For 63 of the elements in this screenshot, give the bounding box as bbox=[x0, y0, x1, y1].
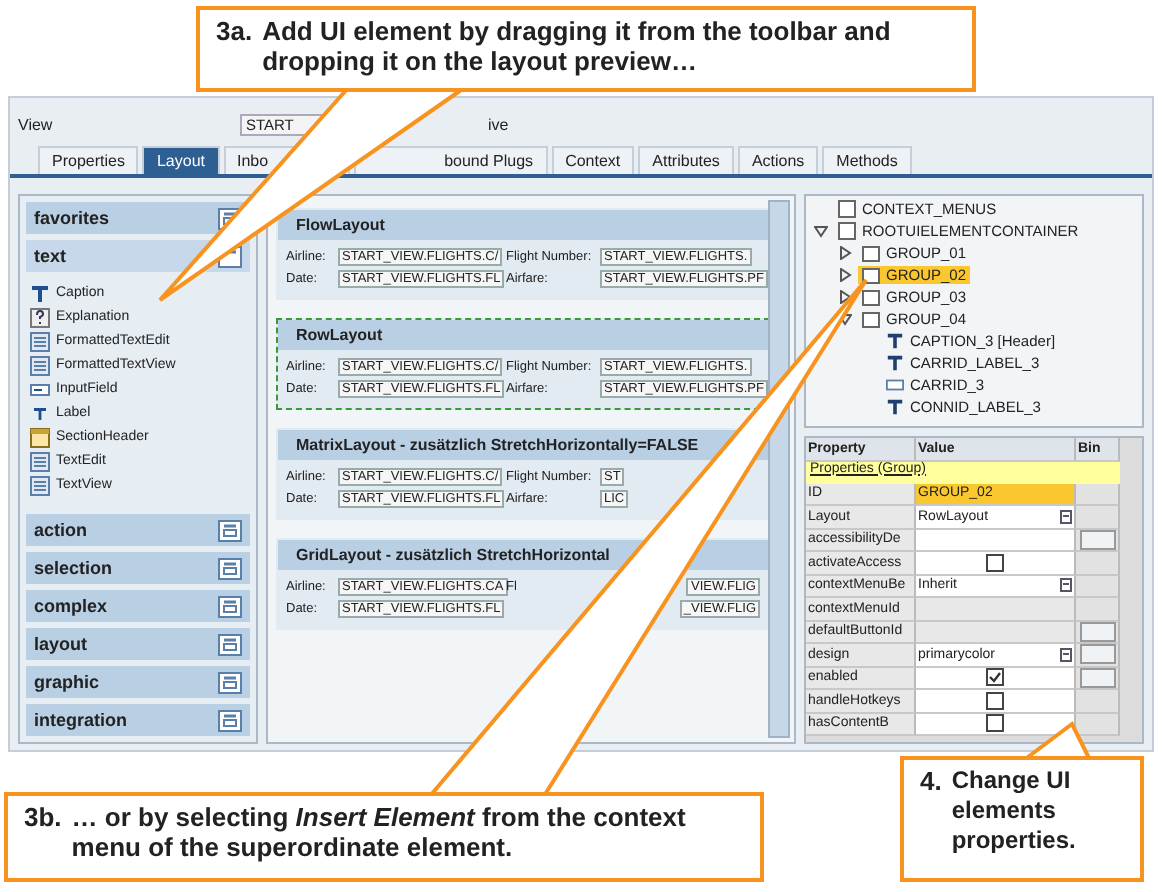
section-header-icon bbox=[30, 427, 50, 447]
palette-category[interactable]: action bbox=[26, 514, 250, 546]
expand-icon[interactable] bbox=[218, 557, 242, 579]
square-icon bbox=[838, 200, 856, 218]
expand-icon[interactable] bbox=[218, 671, 242, 693]
property-value[interactable] bbox=[916, 690, 1076, 713]
text-t-icon bbox=[886, 398, 904, 416]
text-area-icon bbox=[30, 451, 50, 471]
checkbox[interactable] bbox=[986, 714, 1004, 733]
palette-category[interactable]: graphic bbox=[26, 666, 250, 698]
palette-category[interactable]: integration bbox=[26, 704, 250, 736]
collapsed-arrow-icon[interactable] bbox=[838, 268, 852, 282]
input-field-icon bbox=[30, 379, 50, 399]
group-icon bbox=[862, 310, 880, 328]
text-t-icon bbox=[30, 283, 50, 303]
checkbox[interactable] bbox=[986, 553, 1004, 572]
dropdown-icon[interactable] bbox=[1060, 509, 1072, 524]
dropdown-icon[interactable] bbox=[1060, 578, 1072, 593]
view-label: View bbox=[18, 116, 55, 134]
text-area-icon bbox=[30, 475, 50, 495]
callout-text: Add UI element by dragging it from the toolbar and dropping it on the layout preview… bbox=[262, 16, 893, 80]
input-field-icon bbox=[886, 376, 904, 394]
dropdown-icon[interactable] bbox=[1060, 647, 1072, 662]
expand-icon[interactable] bbox=[218, 709, 242, 731]
property-value[interactable] bbox=[916, 552, 1076, 575]
group-title: RowLayout bbox=[278, 320, 768, 350]
group-icon bbox=[862, 244, 880, 262]
square-icon bbox=[838, 222, 856, 240]
collapsed-arrow-icon[interactable] bbox=[838, 290, 852, 304]
tab[interactable]: Attributes bbox=[638, 146, 734, 174]
tab[interactable]: Properties bbox=[38, 146, 139, 174]
expand-icon[interactable] bbox=[218, 633, 242, 655]
tab[interactable]: Context bbox=[551, 146, 635, 174]
palette-category[interactable]: selection bbox=[26, 552, 250, 584]
step-number: 3b. bbox=[24, 802, 62, 836]
palette-category[interactable]: favorites bbox=[26, 202, 250, 234]
callout-text: … or by selecting Insert Element from the context menu of the superordinate element. bbox=[71, 802, 688, 866]
callout-text: Change UI elements properties. bbox=[951, 766, 1078, 858]
group-icon bbox=[862, 266, 880, 284]
expanded-arrow-icon[interactable] bbox=[814, 224, 828, 238]
group-title: FlowLayout bbox=[278, 210, 768, 240]
text-t-icon bbox=[30, 403, 50, 423]
step-number: 3a. bbox=[216, 16, 253, 50]
palette-category[interactable]: complex bbox=[26, 590, 250, 622]
tab[interactable]: bound Plugs bbox=[354, 146, 548, 174]
expand-icon[interactable] bbox=[218, 595, 242, 617]
step-number: 4. bbox=[920, 766, 942, 800]
view-description: ive bbox=[488, 116, 509, 134]
tab[interactable]: Layout bbox=[142, 146, 219, 174]
help-icon bbox=[30, 307, 50, 327]
group-title: MatrixLayout - zusätzlich StretchHorizontally=FALSE bbox=[278, 430, 768, 460]
group-icon bbox=[862, 288, 880, 306]
scrollbar[interactable] bbox=[768, 200, 790, 738]
text-area-icon bbox=[30, 355, 50, 375]
collapsed-arrow-icon[interactable] bbox=[838, 246, 852, 260]
checkbox[interactable] bbox=[986, 668, 1004, 687]
tab[interactable]: Methods bbox=[822, 146, 912, 174]
expand-icon[interactable] bbox=[218, 519, 242, 541]
tab[interactable]: Actions bbox=[737, 146, 819, 174]
palette-category[interactable]: layout bbox=[26, 628, 250, 660]
checkbox[interactable] bbox=[986, 691, 1004, 710]
text-area-icon bbox=[30, 331, 50, 351]
property-value[interactable] bbox=[916, 667, 1076, 690]
